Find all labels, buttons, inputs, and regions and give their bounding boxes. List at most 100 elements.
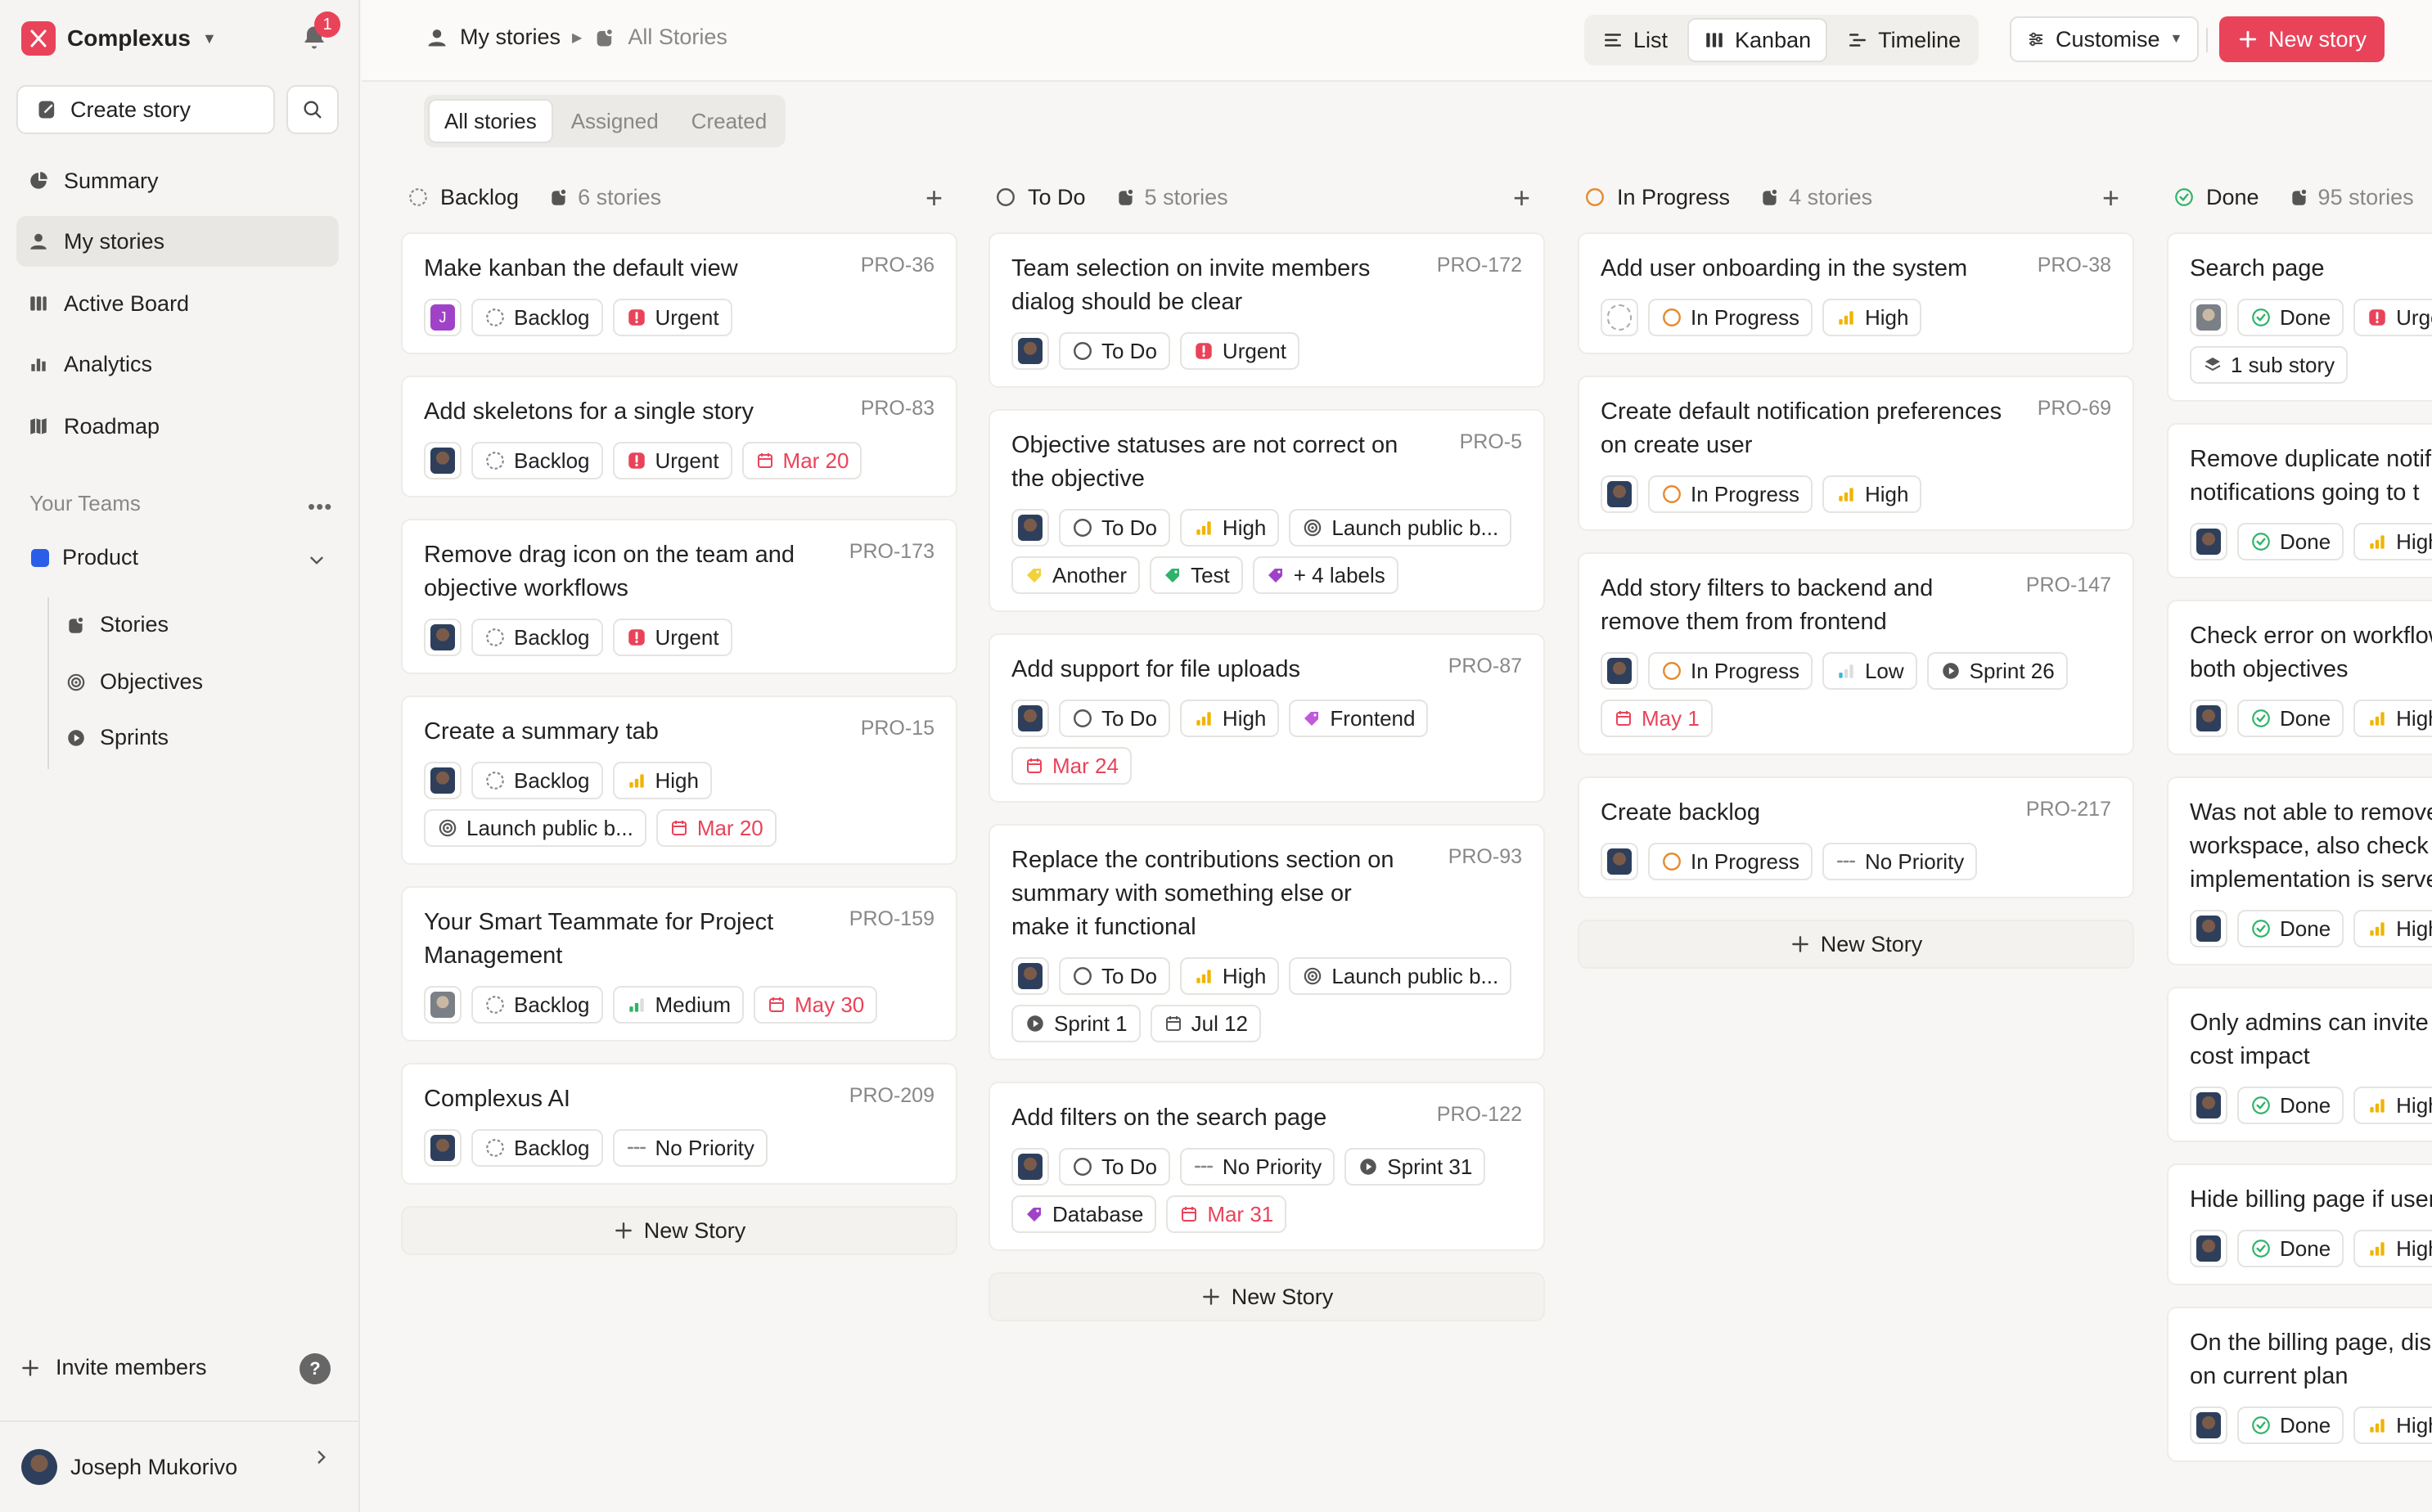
objective-chip[interactable]: Launch public b...	[1289, 509, 1512, 547]
add-story-icon[interactable]: +	[926, 183, 943, 213]
priority-chip[interactable]: High	[2353, 1087, 2432, 1124]
add-new-story-button[interactable]: New Story	[989, 1272, 1545, 1321]
priority-chip[interactable]: Urgent	[612, 299, 732, 336]
story-card[interactable]: Replace the contributions section on sum…	[989, 824, 1545, 1060]
new-story-button[interactable]: New story	[2219, 16, 2385, 62]
view-list-button[interactable]: List	[1588, 18, 1682, 62]
assignee-button[interactable]	[2190, 1406, 2227, 1444]
priority-chip[interactable]: Urgent	[1179, 332, 1299, 370]
label-chip[interactable]: + 4 labels	[1252, 556, 1398, 594]
team-item-sprints[interactable]: Sprints	[65, 725, 169, 750]
status-chip[interactable]: Done	[2237, 1230, 2344, 1267]
date-chip[interactable]: Mar 31	[1166, 1195, 1287, 1233]
objective-chip[interactable]: Launch public b...	[1289, 957, 1512, 995]
story-card[interactable]: Remove duplicate notifications notificat…	[2167, 423, 2432, 578]
label-chip[interactable]: Another	[1011, 556, 1141, 594]
assignee-button[interactable]	[1601, 299, 1638, 336]
assignee-button[interactable]	[424, 442, 462, 479]
status-chip[interactable]: Done	[2237, 299, 2344, 336]
status-chip[interactable]: Backlog	[471, 762, 603, 799]
status-chip[interactable]: To Do	[1059, 509, 1170, 547]
priority-chip[interactable]: High	[2353, 1230, 2432, 1267]
status-chip[interactable]: To Do	[1059, 700, 1170, 737]
story-card[interactable]: Create backlog PRO-217 In Progress No Prior…	[1578, 776, 2134, 898]
create-story-button[interactable]: Create story	[16, 85, 275, 134]
assignee-button[interactable]	[1601, 843, 1638, 880]
priority-chip[interactable]: High	[1822, 299, 1922, 336]
assignee-button[interactable]	[1011, 332, 1049, 370]
assignee-button[interactable]	[1011, 1148, 1049, 1186]
priority-chip[interactable]: Urgent	[612, 442, 732, 479]
tab-all-stories[interactable]: All stories	[428, 99, 553, 143]
assignee-button[interactable]	[2190, 700, 2227, 737]
teams-more-icon[interactable]: •••	[308, 494, 332, 520]
sprint-chip[interactable]: Sprint 31	[1344, 1148, 1486, 1186]
assignee-button[interactable]	[424, 619, 462, 656]
priority-chip[interactable]: No Priority	[1822, 843, 1978, 880]
status-chip[interactable]: To Do	[1059, 332, 1170, 370]
priority-chip[interactable]: High	[1179, 957, 1280, 995]
status-chip[interactable]: Done	[2237, 910, 2344, 947]
view-kanban-button[interactable]: Kanban	[1687, 18, 1828, 62]
status-chip[interactable]: In Progress	[1648, 843, 1813, 880]
team-product[interactable]: Product	[31, 545, 138, 570]
team-item-stories[interactable]: Stories	[65, 612, 169, 637]
story-card[interactable]: Add story filters to backend and remove …	[1578, 552, 2134, 755]
add-story-icon[interactable]: +	[2102, 183, 2119, 213]
tab-created[interactable]: Created	[677, 99, 782, 143]
priority-chip[interactable]: Medium	[612, 986, 744, 1024]
tab-assigned[interactable]: Assigned	[556, 99, 673, 143]
sprint-chip[interactable]: Sprint 1	[1011, 1005, 1141, 1042]
date-chip[interactable]: Mar 24	[1011, 747, 1132, 785]
priority-chip[interactable]: High	[612, 762, 712, 799]
assignee-button[interactable]	[2190, 1230, 2227, 1267]
status-chip[interactable]: Done	[2237, 1087, 2344, 1124]
chevron-down-icon[interactable]	[306, 550, 327, 575]
story-card[interactable]: Make kanban the default view PRO-36 J Backl…	[401, 232, 957, 354]
assignee-button[interactable]	[1601, 475, 1638, 513]
chevron-right-icon[interactable]	[311, 1447, 332, 1472]
priority-chip[interactable]: Urgent	[2353, 299, 2432, 336]
sidebar-item-roadmap[interactable]: Roadmap	[16, 401, 339, 452]
story-card[interactable]: Team selection on invite members dialog …	[989, 232, 1545, 388]
label-chip[interactable]: Database	[1011, 1195, 1157, 1233]
story-card[interactable]: Create default notification preferences …	[1578, 376, 2134, 531]
story-card[interactable]: Add user onboarding in the system PRO-38 I…	[1578, 232, 2134, 354]
priority-chip[interactable]: High	[1179, 700, 1280, 737]
story-card[interactable]: Add filters on the search page PRO-122 To …	[989, 1082, 1545, 1251]
substory-chip[interactable]: 1 sub story	[2190, 346, 2349, 384]
status-chip[interactable]: Backlog	[471, 619, 603, 656]
story-card[interactable]: Complexus AI PRO-209 Backlog No Priority	[401, 1063, 957, 1185]
assignee-button[interactable]	[424, 762, 462, 799]
story-card[interactable]: Only admins can invite this will have a …	[2167, 987, 2432, 1142]
story-card[interactable]: Hide billing page if user Done High	[2167, 1163, 2432, 1285]
add-new-story-button[interactable]: New Story	[401, 1206, 957, 1255]
status-chip[interactable]: To Do	[1059, 957, 1170, 995]
status-chip[interactable]: Backlog	[471, 986, 603, 1024]
story-card[interactable]: Remove drag icon on the team and objecti…	[401, 519, 957, 674]
user-menu[interactable]: Joseph Mukorivo	[0, 1420, 360, 1512]
date-chip[interactable]: May 30	[753, 986, 878, 1024]
priority-chip[interactable]: High	[2353, 1406, 2432, 1444]
search-button[interactable]	[286, 85, 339, 134]
story-card[interactable]: Was not able to remove the workspace, al…	[2167, 776, 2432, 965]
status-chip[interactable]: Backlog	[471, 1129, 603, 1167]
assignee-button[interactable]	[2190, 299, 2227, 336]
assignee-button[interactable]	[2190, 523, 2227, 560]
assignee-button[interactable]	[1011, 700, 1049, 737]
story-card[interactable]: Your Smart Teammate for Project Manageme…	[401, 886, 957, 1042]
sprint-chip[interactable]: Sprint 26	[1926, 652, 2068, 690]
assignee-button[interactable]	[1011, 957, 1049, 995]
priority-chip[interactable]: High	[1822, 475, 1922, 513]
objective-chip[interactable]: Launch public b...	[424, 809, 646, 847]
status-chip[interactable]: In Progress	[1648, 299, 1813, 336]
priority-chip[interactable]: No Priority	[612, 1129, 768, 1167]
priority-chip[interactable]: No Priority	[1179, 1148, 1335, 1186]
assignee-button[interactable]	[1601, 652, 1638, 690]
sidebar-item-analytics[interactable]: Analytics	[16, 339, 339, 389]
priority-chip[interactable]: High	[2353, 700, 2432, 737]
priority-chip[interactable]: High	[2353, 910, 2432, 947]
status-chip[interactable]: In Progress	[1648, 652, 1813, 690]
workspace-switcher[interactable]: Complexus ▼	[21, 21, 217, 56]
status-chip[interactable]: Done	[2237, 523, 2344, 560]
